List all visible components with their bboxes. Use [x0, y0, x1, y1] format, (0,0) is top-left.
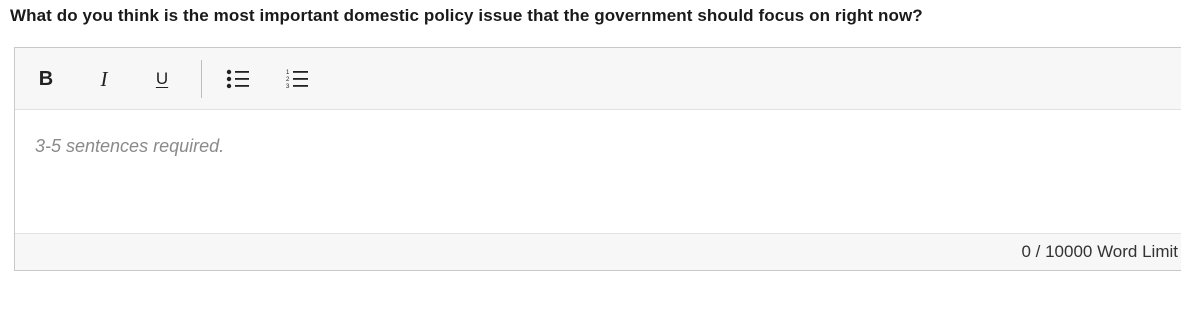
svg-text:3: 3	[286, 84, 290, 90]
word-count: 0 / 10000 Word Limit	[1021, 242, 1178, 261]
numbered-list-button[interactable]: 1 2 3	[280, 62, 314, 96]
toolbar-divider	[201, 60, 202, 98]
editor-footer: 0 / 10000 Word Limit	[15, 233, 1181, 270]
question-text: What do you think is the most important …	[10, 6, 923, 25]
italic-button[interactable]: I	[87, 62, 121, 96]
svg-text:2: 2	[286, 77, 290, 83]
underline-button[interactable]: U	[145, 62, 179, 96]
bold-button[interactable]: B	[29, 62, 63, 96]
bulleted-list-icon	[226, 69, 249, 89]
textarea-placeholder: 3-5 sentences required.	[35, 136, 225, 156]
response-textarea[interactable]: 3-5 sentences required.	[15, 110, 1181, 234]
rich-text-editor: B I U 1 2 3 3-5 sentences required. 0 / …	[14, 47, 1181, 271]
bulleted-list-button[interactable]	[221, 62, 255, 96]
editor-toolbar: B I U 1 2 3	[15, 48, 1181, 110]
numbered-list-icon: 1 2 3	[286, 70, 308, 90]
svg-text:1: 1	[286, 70, 290, 76]
